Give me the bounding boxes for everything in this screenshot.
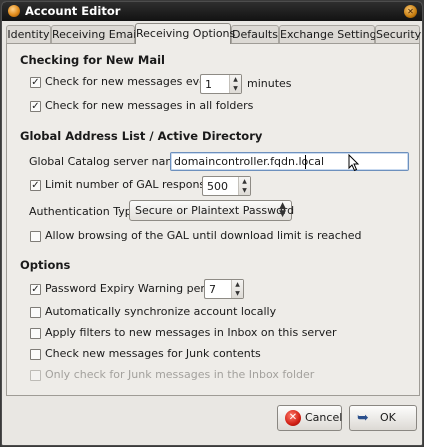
account-editor-window: Account Editor ✕ Identity Receiving Emai…: [1, 1, 423, 446]
spin-arrows-icon[interactable]: ▲ ▼: [229, 75, 241, 93]
auth-type-label: Authentication Type:: [29, 205, 143, 218]
check-junk-checkbox[interactable]: [30, 349, 41, 360]
ok-icon: ➥: [357, 410, 369, 426]
expiry-warning-label: Password Expiry Warning period:: [45, 282, 226, 295]
checkmark-icon: ✓: [31, 180, 40, 191]
auth-type-value: Secure or Plaintext Password: [135, 204, 295, 217]
expiry-period-value: 7: [209, 283, 216, 296]
dropdown-arrows-icon: ▲ ▼: [279, 201, 286, 219]
browse-gal-checkbox[interactable]: [30, 231, 41, 242]
ibeam-cursor-icon: [348, 154, 360, 172]
checkmark-icon: ✓: [31, 284, 40, 295]
junk-inbox-only-checkbox: [30, 370, 41, 381]
server-name-label: Global Catalog server name:: [29, 155, 187, 168]
server-name-value: domaincontroller.fqdn.local: [174, 155, 325, 168]
expiry-warning-checkbox[interactable]: ✓: [30, 284, 41, 295]
tab-receiving-email[interactable]: Receiving Email: [51, 25, 139, 44]
checkmark-icon: ✓: [31, 101, 40, 112]
tab-security[interactable]: Security: [375, 25, 421, 44]
check-every-label: Check for new messages every: [45, 75, 217, 88]
tab-defaults[interactable]: Defaults: [231, 25, 279, 44]
spin-arrows-icon[interactable]: ▲ ▼: [238, 177, 250, 195]
server-name-input[interactable]: domaincontroller.fqdn.local: [170, 152, 409, 171]
limit-gal-label: Limit number of GAL responses:: [45, 178, 222, 191]
apply-filters-checkbox[interactable]: [30, 328, 41, 339]
gal-limit-spinner[interactable]: 500 ▲ ▼: [202, 176, 251, 196]
apply-filters-label: Apply filters to new messages in Inbox o…: [45, 326, 337, 339]
cancel-icon: ✕: [285, 410, 301, 426]
check-interval-value: 1: [205, 78, 212, 91]
browse-gal-label: Allow browsing of the GAL until download…: [45, 229, 362, 242]
all-folders-checkbox[interactable]: ✓: [30, 101, 41, 112]
tab-bar: Identity Receiving Email Receiving Optio…: [6, 23, 421, 44]
ok-button[interactable]: ➥ OK: [349, 405, 417, 431]
gal-limit-value: 500: [207, 180, 228, 193]
auto-sync-checkbox[interactable]: [30, 307, 41, 318]
check-every-checkbox[interactable]: ✓: [30, 77, 41, 88]
close-icon[interactable]: ✕: [404, 5, 417, 18]
junk-inbox-only-label: Only check for Junk messages in the Inbo…: [45, 368, 315, 381]
receiving-options-panel: Checking for New Mail ✓ Check for new me…: [6, 43, 420, 396]
section-gal-title: Global Address List / Active Directory: [20, 129, 263, 143]
spin-arrows-icon[interactable]: ▲ ▼: [231, 280, 243, 298]
text-caret: [305, 155, 306, 169]
cancel-button[interactable]: ✕ Cancel: [277, 405, 342, 431]
cancel-label: Cancel: [305, 411, 343, 424]
tab-receiving-options[interactable]: Receiving Options: [135, 23, 235, 44]
check-interval-unit: minutes: [247, 77, 292, 90]
tab-exchange-settings[interactable]: Exchange Settings: [279, 25, 382, 44]
checkmark-icon: ✓: [31, 77, 40, 88]
limit-gal-checkbox[interactable]: ✓: [30, 180, 41, 191]
expiry-period-spinner[interactable]: 7 ▲ ▼: [204, 279, 244, 299]
all-folders-label: Check for new messages in all folders: [45, 99, 254, 112]
tab-identity[interactable]: Identity: [6, 25, 51, 44]
section-options-title: Options: [20, 258, 71, 272]
app-icon: [8, 5, 20, 17]
check-junk-label: Check new messages for Junk contents: [45, 347, 261, 360]
ok-label: OK: [380, 411, 396, 424]
check-interval-spinner[interactable]: 1 ▲ ▼: [200, 74, 242, 94]
auto-sync-label: Automatically synchronize account locall…: [45, 305, 277, 318]
window-title: Account Editor: [25, 4, 121, 18]
auth-type-select[interactable]: Secure or Plaintext Password ▲ ▼: [129, 200, 295, 221]
titlebar[interactable]: Account Editor ✕: [2, 2, 422, 21]
section-new-mail-title: Checking for New Mail: [20, 53, 165, 67]
